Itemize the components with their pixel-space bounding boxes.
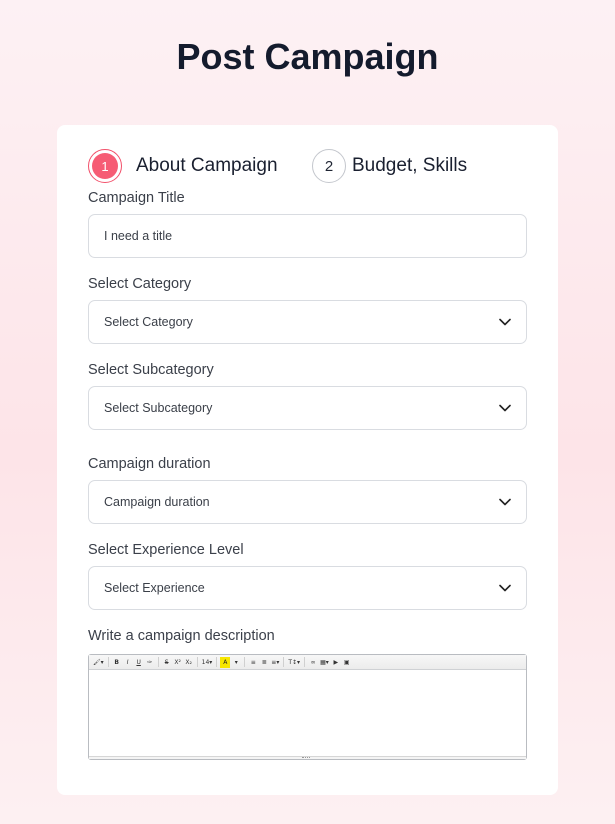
bold-icon[interactable]: B bbox=[112, 657, 122, 668]
toolbar-divider bbox=[157, 657, 159, 667]
subcategory-select[interactable]: Select Subcategory bbox=[88, 386, 527, 430]
description-label: Write a campaign description bbox=[88, 628, 275, 644]
subcategory-selected-value: Select Subcategory bbox=[104, 401, 213, 415]
underline-icon[interactable]: U bbox=[134, 657, 144, 668]
description-textarea[interactable] bbox=[89, 670, 526, 757]
font-size-value: 14 bbox=[201, 658, 210, 666]
toolbar-divider bbox=[304, 657, 306, 667]
strikethrough-icon[interactable]: S bbox=[162, 657, 172, 668]
resize-handle-icon[interactable] bbox=[302, 757, 310, 759]
duration-select[interactable]: Campaign duration bbox=[88, 480, 527, 524]
campaign-title-label: Campaign Title bbox=[88, 190, 185, 206]
step-1-indicator: 1 bbox=[88, 149, 122, 183]
page-title: Post Campaign bbox=[176, 36, 439, 77]
chevron-down-icon bbox=[499, 498, 511, 506]
toolbar-divider bbox=[107, 657, 109, 667]
font-color-icon[interactable]: A bbox=[220, 656, 231, 668]
editor-toolbar: 🖌▾ B I U ✑ S X² X₂ 14 ▾ A ▾ ≡ ≣ ≡▾ T↕▾ ∞ … bbox=[89, 655, 526, 670]
step-1-label: About Campaign bbox=[136, 155, 278, 176]
experience-selected-value: Select Experience bbox=[104, 581, 205, 595]
category-selected-value: Select Category bbox=[104, 315, 193, 329]
toolbar-divider bbox=[196, 657, 198, 667]
step-budget-skills[interactable]: 2 Budget, Skills bbox=[312, 149, 467, 183]
chevron-down-icon bbox=[499, 318, 511, 326]
category-select[interactable]: Select Category bbox=[88, 300, 527, 344]
chevron-down-icon bbox=[499, 584, 511, 592]
font-color-dropdown-icon[interactable]: ▾ bbox=[231, 657, 241, 668]
line-height-icon[interactable]: T↕▾ bbox=[287, 657, 301, 668]
toolbar-divider bbox=[216, 657, 218, 667]
step-1-number: 1 bbox=[92, 153, 118, 179]
campaign-title-value: I need a title bbox=[104, 229, 173, 243]
table-icon[interactable]: ▦▾ bbox=[319, 657, 330, 668]
toolbar-divider bbox=[244, 657, 246, 667]
italic-icon[interactable]: I bbox=[123, 657, 133, 668]
experience-select[interactable]: Select Experience bbox=[88, 566, 527, 610]
subcategory-label: Select Subcategory bbox=[88, 362, 214, 378]
campaign-title-input[interactable]: I need a title bbox=[88, 214, 527, 258]
video-icon[interactable]: ▶ bbox=[331, 657, 341, 668]
image-icon[interactable]: ▣ bbox=[342, 657, 352, 668]
category-label: Select Category bbox=[88, 276, 192, 292]
duration-label: Campaign duration bbox=[88, 456, 211, 472]
ordered-list-icon[interactable]: ≣ bbox=[259, 657, 269, 668]
align-icon[interactable]: ≡▾ bbox=[270, 657, 280, 668]
step-2-indicator: 2 bbox=[312, 149, 346, 183]
subscript-icon[interactable]: X₂ bbox=[184, 657, 194, 668]
unordered-list-icon[interactable]: ≡ bbox=[248, 657, 258, 668]
step-2-number: 2 bbox=[324, 157, 334, 175]
font-size-select[interactable]: 14 ▾ bbox=[201, 657, 214, 668]
clear-format-icon[interactable]: ✑ bbox=[145, 657, 155, 668]
stepper: 1 About Campaign 2 Budget, Skills bbox=[88, 149, 528, 185]
link-icon[interactable]: ∞ bbox=[308, 657, 318, 668]
superscript-icon[interactable]: X² bbox=[173, 657, 183, 668]
description-editor[interactable]: 🖌▾ B I U ✑ S X² X₂ 14 ▾ A ▾ ≡ ≣ ≡▾ T↕▾ ∞ … bbox=[88, 654, 527, 760]
brush-icon[interactable]: 🖌▾ bbox=[92, 657, 105, 668]
chevron-down-icon bbox=[499, 404, 511, 412]
campaign-form-card: 1 About Campaign 2 Budget, Skills Campai… bbox=[57, 125, 558, 795]
experience-label: Select Experience Level bbox=[88, 542, 244, 558]
step-about-campaign[interactable]: 1 About Campaign bbox=[88, 149, 278, 183]
step-2-label: Budget, Skills bbox=[352, 155, 468, 176]
toolbar-divider bbox=[283, 657, 285, 667]
duration-selected-value: Campaign duration bbox=[104, 495, 210, 509]
